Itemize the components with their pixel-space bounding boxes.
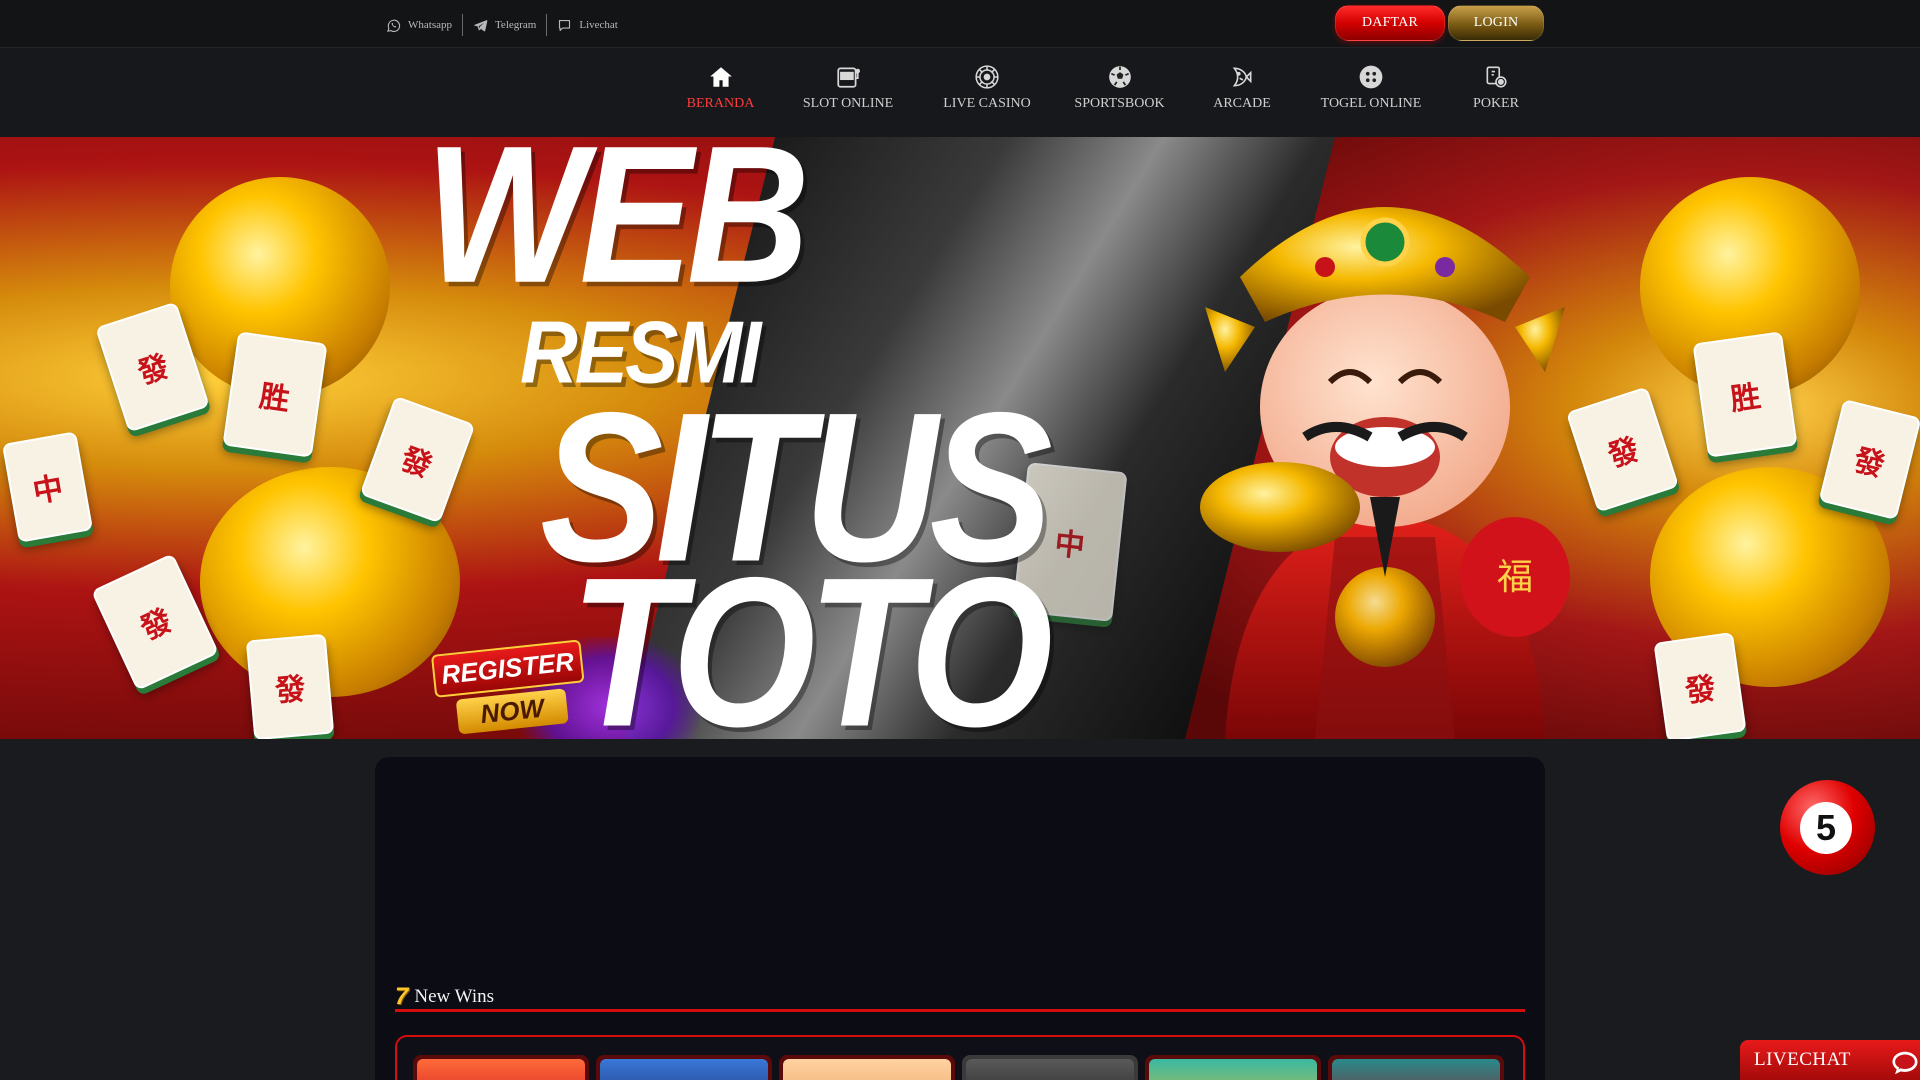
- livechat-button-label: LIVECHAT: [1754, 1049, 1851, 1070]
- telegram-label: Telegram: [494, 19, 537, 31]
- fish-icon: [1232, 67, 1252, 87]
- nav-item-togel-online[interactable]: TOGEL ONLINE: [1296, 64, 1446, 112]
- win-card[interactable]: [779, 1055, 955, 1080]
- win-card[interactable]: [1328, 1055, 1504, 1080]
- top-bar: Whatsapp Telegram Livechat DAFTAR LOGIN: [0, 0, 1920, 48]
- now-label: NOW: [455, 688, 569, 735]
- nav-label-sportsbook: SPORTSBOOK: [1074, 96, 1165, 111]
- nav-items: BERANDA SLOT ONLINE LIVE CASINO SPORTSBO…: [668, 64, 1546, 112]
- new-wins-title: New Wins: [414, 986, 494, 1007]
- nav-label-live-casino: LIVE CASINO: [943, 96, 1031, 111]
- game-thumbnail: [417, 1059, 585, 1080]
- new-wins-header: 7 New Wins: [395, 983, 494, 1011]
- contact-links: Whatsapp Telegram Livechat: [384, 14, 628, 36]
- mahjong-tile: 胜: [1692, 331, 1798, 458]
- new-wins-divider: [395, 1009, 1525, 1012]
- svg-text:福: 福: [1497, 557, 1533, 598]
- mahjong-tile: 胜: [222, 331, 328, 458]
- telegram-icon: [474, 19, 488, 31]
- headline-web: WEB: [425, 137, 810, 325]
- slot-machine-icon: [837, 67, 861, 88]
- dice-icon: [1359, 65, 1383, 89]
- nav-label-beranda: BERANDA: [686, 96, 755, 111]
- mahjong-tile: 發: [245, 633, 335, 739]
- game-thumbnail: [783, 1059, 951, 1080]
- nav-item-beranda[interactable]: BERANDA: [668, 64, 773, 112]
- nav-item-arcade[interactable]: ARCADE: [1188, 64, 1296, 112]
- chat-bubble-icon: [559, 19, 571, 31]
- main-nav: BERANDA SLOT ONLINE LIVE CASINO SPORTSBO…: [0, 48, 1920, 137]
- home-icon: [709, 67, 732, 87]
- lottery-ball: 5: [1780, 780, 1875, 875]
- nav-label-slot-online: SLOT ONLINE: [802, 96, 894, 111]
- whatsapp-label: Whatsapp: [408, 19, 452, 31]
- auth-buttons: DAFTAR LOGIN: [1335, 5, 1544, 41]
- livechat-label: Livechat: [579, 19, 618, 31]
- god-of-wealth-illustration: 福: [1200, 207, 1570, 739]
- nav-item-slot-online[interactable]: SLOT ONLINE: [773, 64, 923, 112]
- register-now-badge[interactable]: REGISTER NOW: [430, 639, 589, 739]
- roulette-icon: [975, 65, 999, 89]
- game-thumbnail: [966, 1059, 1134, 1080]
- nav-label-arcade: ARCADE: [1213, 96, 1271, 111]
- game-thumbnail: [600, 1059, 768, 1080]
- promo-banner[interactable]: 發 胜 發 中 發 發 胜 發 發 發 中 福 WEB RESMI SITUS …: [0, 137, 1920, 739]
- win-card[interactable]: [596, 1055, 772, 1080]
- nav-item-poker[interactable]: POKER: [1446, 64, 1546, 112]
- main-content: 7 New Wins: [375, 757, 1545, 1080]
- nav-label-togel-online: TOGEL ONLINE: [1320, 96, 1422, 111]
- lucky-seven-icon: 7: [395, 983, 409, 1010]
- livechat-button[interactable]: LIVECHAT: [1740, 1040, 1920, 1080]
- win-card[interactable]: [1145, 1055, 1321, 1080]
- mahjong-tile: 發: [1653, 631, 1747, 739]
- lottery-ball-number: 5: [1800, 802, 1852, 854]
- login-button[interactable]: LOGIN: [1448, 5, 1544, 41]
- nav-item-live-casino[interactable]: LIVE CASINO: [923, 64, 1051, 112]
- soccer-ball-icon: [1108, 66, 1131, 88]
- livechat-link[interactable]: Livechat: [547, 14, 627, 36]
- chat-bubble-icon: [1892, 1051, 1918, 1075]
- headline-toto: TOTO: [570, 534, 1053, 739]
- nav-label-poker: POKER: [1473, 96, 1519, 111]
- mahjong-tile: 中: [1, 431, 94, 543]
- telegram-link[interactable]: Telegram: [463, 14, 548, 36]
- daftar-button[interactable]: DAFTAR: [1335, 5, 1445, 41]
- whatsapp-link[interactable]: Whatsapp: [384, 14, 463, 36]
- new-wins-grid: [395, 1035, 1525, 1080]
- game-thumbnail: [1332, 1059, 1500, 1080]
- game-thumbnail: [1149, 1059, 1317, 1080]
- nav-item-sportsbook[interactable]: SPORTSBOOK: [1051, 64, 1188, 112]
- whatsapp-icon: [387, 19, 401, 32]
- poker-cards-icon: [1486, 66, 1507, 88]
- win-card[interactable]: [962, 1055, 1138, 1080]
- win-card[interactable]: [413, 1055, 589, 1080]
